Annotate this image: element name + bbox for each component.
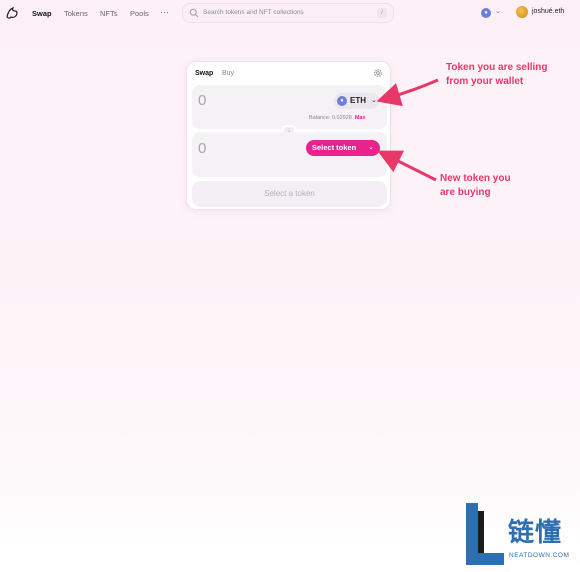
nav-pools-link[interactable]: Pools: [130, 9, 149, 18]
sell-balance: Balance: 0.02928 Max: [309, 115, 366, 121]
sell-annotation-text: Token you are selling from your wallet: [446, 61, 548, 89]
watermark-logo-icon: [466, 503, 504, 565]
cta-label: Select a token: [264, 189, 315, 198]
swap-card: Swap Buy 0 ♦ ETH ⌄ Balance: 0.02928 Max ↓…: [186, 61, 391, 210]
sell-annotation-arrow: [376, 78, 439, 107]
tab-swap[interactable]: Swap: [195, 70, 213, 77]
buy-amount-input[interactable]: 0: [198, 140, 206, 157]
nav-swap-link[interactable]: Swap: [32, 9, 52, 18]
balance-label: Balance: 0.02928: [309, 115, 352, 121]
search-placeholder: Search tokens and NFT collections: [203, 9, 304, 16]
sell-token-symbol: ETH: [350, 96, 366, 105]
avatar: [516, 6, 528, 18]
chevron-down-icon: ⌄: [495, 8, 501, 15]
sell-panel: 0 ♦ ETH ⌄ Balance: 0.02928 Max: [192, 85, 387, 129]
watermark-site-text: NEATDOWN.COM: [509, 552, 570, 559]
select-token-label: Select token: [312, 143, 357, 152]
uniswap-logo-icon[interactable]: [5, 6, 19, 20]
nav-nfts-link[interactable]: NFTs: [100, 9, 118, 18]
chevron-down-icon: ⌄: [371, 97, 377, 104]
sell-annotation-line1: Token you are selling: [446, 62, 548, 73]
buy-annotation-line1: New token you: [440, 173, 511, 184]
buy-annotation-text: New token you are buying: [440, 172, 511, 200]
more-menu-icon[interactable]: ···: [160, 7, 169, 17]
buy-panel: 0 Select token ⌄: [192, 132, 387, 177]
sell-token-selector[interactable]: ♦ ETH ⌄: [334, 93, 380, 109]
tab-buy[interactable]: Buy: [222, 70, 234, 77]
ethereum-icon: ♦: [481, 8, 491, 18]
top-nav: Swap Tokens NFTs Pools ··· Search tokens…: [0, 0, 580, 28]
search-shortcut-key: /: [377, 8, 387, 18]
gear-icon[interactable]: [373, 68, 383, 78]
buy-annotation-line2: are buying: [440, 187, 491, 198]
select-a-token-button[interactable]: Select a token: [192, 181, 387, 207]
select-token-button[interactable]: Select token ⌄: [306, 140, 380, 156]
search-icon: [189, 8, 199, 18]
chevron-down-icon: ⌄: [368, 144, 374, 151]
sell-amount-input[interactable]: 0: [198, 92, 206, 109]
network-selector[interactable]: ♦ ⌄: [481, 7, 503, 19]
watermark-chinese-text: 链懂: [508, 518, 563, 548]
sell-annotation-line2: from your wallet: [446, 76, 524, 87]
search-input[interactable]: Search tokens and NFT collections /: [182, 3, 394, 23]
account-name: joshué.eth: [532, 8, 565, 15]
buy-annotation-arrow: [377, 150, 437, 182]
nav-tokens-link[interactable]: Tokens: [64, 9, 88, 18]
ethereum-icon: ♦: [337, 96, 347, 106]
max-button[interactable]: Max: [355, 115, 366, 121]
